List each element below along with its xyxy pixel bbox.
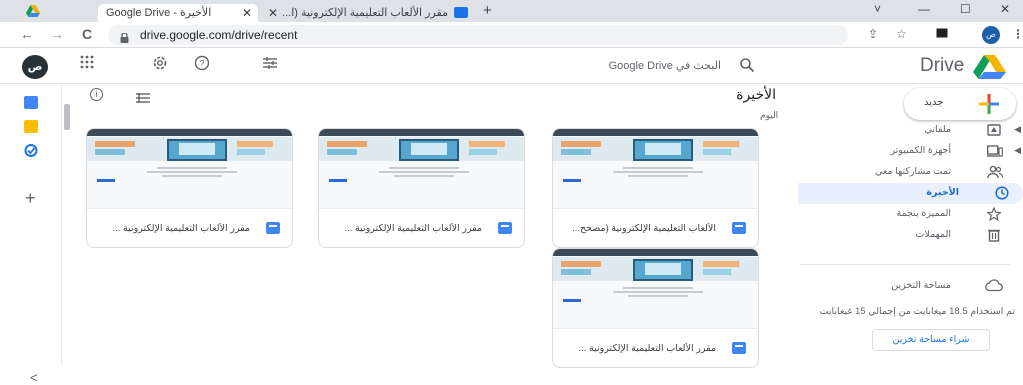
help-icon[interactable]: ? bbox=[194, 55, 210, 76]
sidebar-item-recent[interactable]: الأخيرة bbox=[798, 183, 1023, 204]
tab-label: Google Drive - الأخيرة bbox=[106, 7, 212, 19]
sidebar-item-label: تمت مشاركتها معي bbox=[874, 166, 951, 177]
sidebar-item-label: ملفاتي bbox=[924, 124, 952, 135]
slides-file-icon bbox=[732, 342, 746, 354]
file-thumbnail bbox=[319, 129, 524, 209]
drive-favicon-icon bbox=[26, 4, 40, 17]
file-title: مقرر الألعاب التعليمية الإلكترونية ... bbox=[112, 223, 250, 234]
sidebar-item-starred[interactable]: المميزة بنجمة bbox=[790, 204, 1023, 225]
sidebar-item-label: المميزة بنجمة bbox=[896, 208, 951, 219]
file-thumbnail bbox=[553, 129, 758, 209]
cloud-icon bbox=[985, 278, 1003, 292]
browser-menu-icon[interactable]: ⋮ bbox=[1012, 27, 1023, 41]
drive-brand-name: Drive bbox=[920, 55, 965, 76]
search-bar[interactable]: البحث في Google Drive bbox=[565, 53, 763, 79]
search-input[interactable]: البحث في Google Drive bbox=[609, 59, 721, 72]
account-avatar[interactable]: ص bbox=[22, 55, 48, 79]
star-icon bbox=[986, 206, 1002, 222]
file-card[interactable]: مقرر الألعاب التعليمية الإلكترونية ... bbox=[318, 128, 525, 248]
address-bar-row: ← → C drive.google.com/drive/recent ⇪ ☆ … bbox=[0, 22, 1023, 48]
url-text: drive.google.com/drive/recent bbox=[140, 28, 298, 42]
file-title: الألعاب التعليمية الإلكترونية (مصحح... bbox=[572, 223, 716, 234]
buy-storage-button[interactable]: شراء مساحة تخزين bbox=[872, 329, 990, 351]
section-label-today: اليوم bbox=[760, 110, 779, 120]
sidebar-item-computers[interactable]: ◀ أجهزة الكمبيوتر bbox=[790, 141, 1023, 162]
list-view-icon[interactable] bbox=[136, 90, 150, 103]
side-apps-rail: + < bbox=[0, 84, 62, 385]
file-thumbnail bbox=[553, 249, 758, 329]
content-toolbar: i الأخيرة bbox=[62, 84, 790, 106]
maximize-icon[interactable]: ☐ bbox=[960, 2, 971, 16]
plus-icon bbox=[978, 93, 1000, 115]
tab-label: مقرر الألعاب التعليمية الإلكترونية (ا... bbox=[282, 7, 448, 19]
add-addon-icon[interactable]: + bbox=[25, 188, 36, 209]
file-title: مقرر الألعاب التعليمية الإلكترونية ... bbox=[578, 343, 716, 354]
settings-icon[interactable] bbox=[152, 55, 168, 76]
file-card-footer: مقرر الألعاب التعليمية الإلكترونية ... bbox=[553, 329, 758, 367]
close-window-icon[interactable]: ✕ bbox=[1000, 2, 1010, 16]
tab-search-icon[interactable]: ˅ bbox=[874, 2, 881, 16]
file-title: مقرر الألعاب التعليمية الإلكترونية ... bbox=[344, 223, 482, 234]
keep-app-icon[interactable] bbox=[24, 120, 38, 133]
file-card[interactable]: الألعاب التعليمية الإلكترونية (مصحح... bbox=[552, 128, 759, 248]
sidebar-item-trash[interactable]: المهملات bbox=[790, 225, 1023, 246]
sidebar-item-label: الأخيرة bbox=[926, 187, 959, 198]
search-icon[interactable] bbox=[739, 57, 757, 75]
tab-google-drive[interactable]: Google Drive - الأخيرة ✕ bbox=[98, 4, 258, 22]
file-card[interactable]: مقرر الألعاب التعليمية الإلكترونية ... bbox=[552, 248, 759, 368]
slides-file-icon bbox=[266, 222, 280, 234]
reload-icon[interactable]: C bbox=[82, 26, 92, 42]
new-button-label: جديد bbox=[924, 97, 944, 108]
close-tab-icon[interactable]: ✕ bbox=[242, 4, 252, 22]
drive-sidebar: جديد ◀ ملفاتي ◀ أجهزة الكمبيوتر تمت مشار… bbox=[790, 84, 1023, 365]
file-thumbnail bbox=[87, 129, 292, 209]
trash-icon bbox=[987, 228, 1001, 242]
page-title: الأخيرة bbox=[736, 86, 776, 102]
slides-file-icon bbox=[498, 222, 512, 234]
sidebar-item-label: أجهزة الكمبيوتر bbox=[890, 145, 951, 156]
file-card-footer: الألعاب التعليمية الإلكترونية (مصحح... bbox=[553, 209, 758, 247]
sidebar-item-label: المهملات bbox=[915, 229, 951, 240]
forward-icon[interactable]: → bbox=[50, 26, 64, 42]
minimize-icon[interactable]: — bbox=[918, 2, 930, 16]
computers-icon bbox=[986, 144, 1003, 158]
new-tab-button[interactable]: + bbox=[483, 2, 492, 19]
close-tab-icon[interactable]: ✕ bbox=[268, 4, 278, 22]
file-card-footer: مقرر الألعاب التعليمية الإلكترونية ... bbox=[319, 209, 524, 247]
apps-grid-icon[interactable] bbox=[80, 55, 94, 74]
profile-avatar-small[interactable]: ص bbox=[982, 26, 1000, 44]
file-card-footer: مقرر الألعاب التعليمية الإلكترونية ... bbox=[87, 209, 292, 247]
new-button[interactable]: جديد bbox=[904, 88, 1016, 120]
drive-logo-icon[interactable] bbox=[973, 55, 1006, 79]
sidebar-panel-icon[interactable] bbox=[936, 27, 948, 41]
filter-options-icon[interactable] bbox=[262, 55, 278, 76]
storage-usage-text: تم استخدام 18.5 ميغابايت من إجمالي 15 غي… bbox=[819, 306, 1015, 317]
slides-file-icon bbox=[732, 222, 746, 234]
sidebar-item-shared-with-me[interactable]: تمت مشاركتها معي bbox=[790, 162, 1023, 183]
drive-header: ص ? البحث في Google Drive Drive bbox=[0, 49, 1023, 84]
tab-course-doc[interactable]: ✕ مقرر الألعاب التعليمية الإلكترونية (ا.… bbox=[262, 4, 472, 22]
storage-link[interactable]: مساحة التخزين bbox=[891, 280, 951, 291]
back-icon[interactable]: ← bbox=[20, 26, 34, 42]
my-drive-icon bbox=[987, 123, 1001, 137]
shared-icon bbox=[987, 165, 1004, 179]
lock-icon bbox=[120, 30, 129, 43]
calendar-app-icon[interactable] bbox=[24, 96, 38, 109]
collapse-rail-icon[interactable]: < bbox=[30, 370, 38, 385]
expand-caret-icon[interactable]: ◀ bbox=[1014, 145, 1021, 156]
expand-caret-icon[interactable]: ◀ bbox=[1014, 124, 1021, 135]
docs-favicon-icon bbox=[454, 7, 468, 18]
sidebar-divider bbox=[800, 264, 1010, 265]
sidebar-item-my-drive[interactable]: ◀ ملفاتي bbox=[790, 120, 1023, 141]
svg-text:?: ? bbox=[199, 59, 204, 69]
bookmark-star-icon[interactable]: ☆ bbox=[896, 27, 907, 41]
file-card[interactable]: مقرر الألعاب التعليمية الإلكترونية ... bbox=[86, 128, 293, 248]
browser-tab-bar: Google Drive - الأخيرة ✕ ✕ مقرر الألعاب … bbox=[0, 0, 1023, 22]
share-icon[interactable]: ⇪ bbox=[868, 27, 878, 41]
recent-icon bbox=[995, 186, 1009, 200]
info-icon[interactable]: i bbox=[90, 88, 103, 101]
tasks-app-icon[interactable] bbox=[24, 144, 38, 157]
scrollbar-thumb[interactable] bbox=[64, 104, 70, 130]
